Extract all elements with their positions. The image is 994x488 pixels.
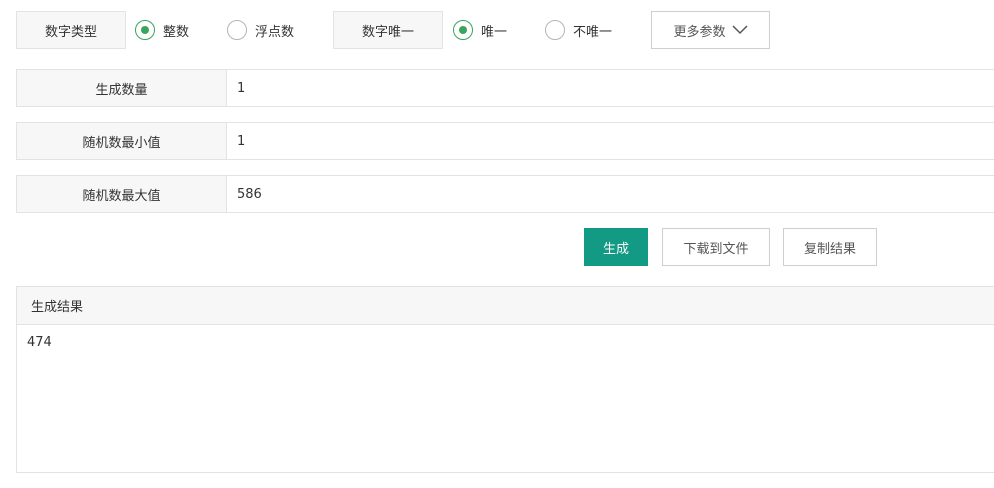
radio-not-unique-label[interactable]: 不唯一: [573, 21, 612, 40]
generate-button[interactable]: 生成: [584, 228, 648, 266]
result-panel: 生成结果 474: [16, 286, 994, 473]
field-label-count-text: 生成数量: [95, 82, 148, 98]
field-label-max-text: 随机数最大值: [82, 188, 161, 204]
field-row-count: 生成数量: [16, 69, 994, 107]
radio-not-unique[interactable]: 不唯一: [545, 20, 612, 40]
number-type-label: 数字类型: [16, 11, 126, 49]
unique-label: 数字唯一: [333, 11, 443, 49]
radio-unique-circle[interactable]: [453, 20, 473, 40]
download-button-label[interactable]: 下载到文件: [683, 238, 748, 257]
radio-float-circle[interactable]: [227, 20, 247, 40]
radio-float[interactable]: 浮点数: [227, 20, 294, 40]
result-header: 生成结果: [17, 287, 994, 325]
radio-unique-label[interactable]: 唯一: [481, 21, 507, 40]
field-row-min: 随机数最小值: [16, 122, 994, 160]
field-row-max: 随机数最大值: [16, 175, 994, 213]
radio-not-unique-circle[interactable]: [545, 20, 565, 40]
radio-float-label[interactable]: 浮点数: [255, 21, 294, 40]
field-label-min: 随机数最小值: [17, 123, 227, 159]
more-params-button[interactable]: 更多参数: [651, 11, 770, 49]
min-input[interactable]: [227, 123, 994, 159]
download-button[interactable]: 下载到文件: [662, 228, 770, 266]
number-type-label-text: 数字类型: [44, 24, 97, 40]
result-output[interactable]: 474: [17, 325, 994, 360]
radio-checked-dot: [459, 26, 467, 34]
field-label-max: 随机数最大值: [17, 176, 227, 212]
radio-checked-dot: [141, 26, 149, 34]
result-title: 生成结果: [31, 300, 84, 315]
field-label-min-text: 随机数最小值: [82, 135, 161, 151]
result-value[interactable]: 474: [27, 335, 52, 350]
max-input[interactable]: [227, 176, 994, 212]
radio-unique[interactable]: 唯一: [453, 20, 507, 40]
radio-integer[interactable]: 整数: [135, 20, 189, 40]
generate-button-label[interactable]: 生成: [603, 238, 629, 257]
copy-result-button-label[interactable]: 复制结果: [804, 238, 856, 257]
radio-integer-circle[interactable]: [135, 20, 155, 40]
radio-integer-label[interactable]: 整数: [163, 21, 189, 40]
more-params-label[interactable]: 更多参数: [673, 21, 725, 40]
copy-result-button[interactable]: 复制结果: [783, 228, 877, 266]
field-label-count: 生成数量: [17, 70, 227, 106]
unique-label-text: 数字唯一: [361, 24, 414, 40]
count-input[interactable]: [227, 70, 994, 106]
chevron-down-icon: [731, 25, 748, 35]
